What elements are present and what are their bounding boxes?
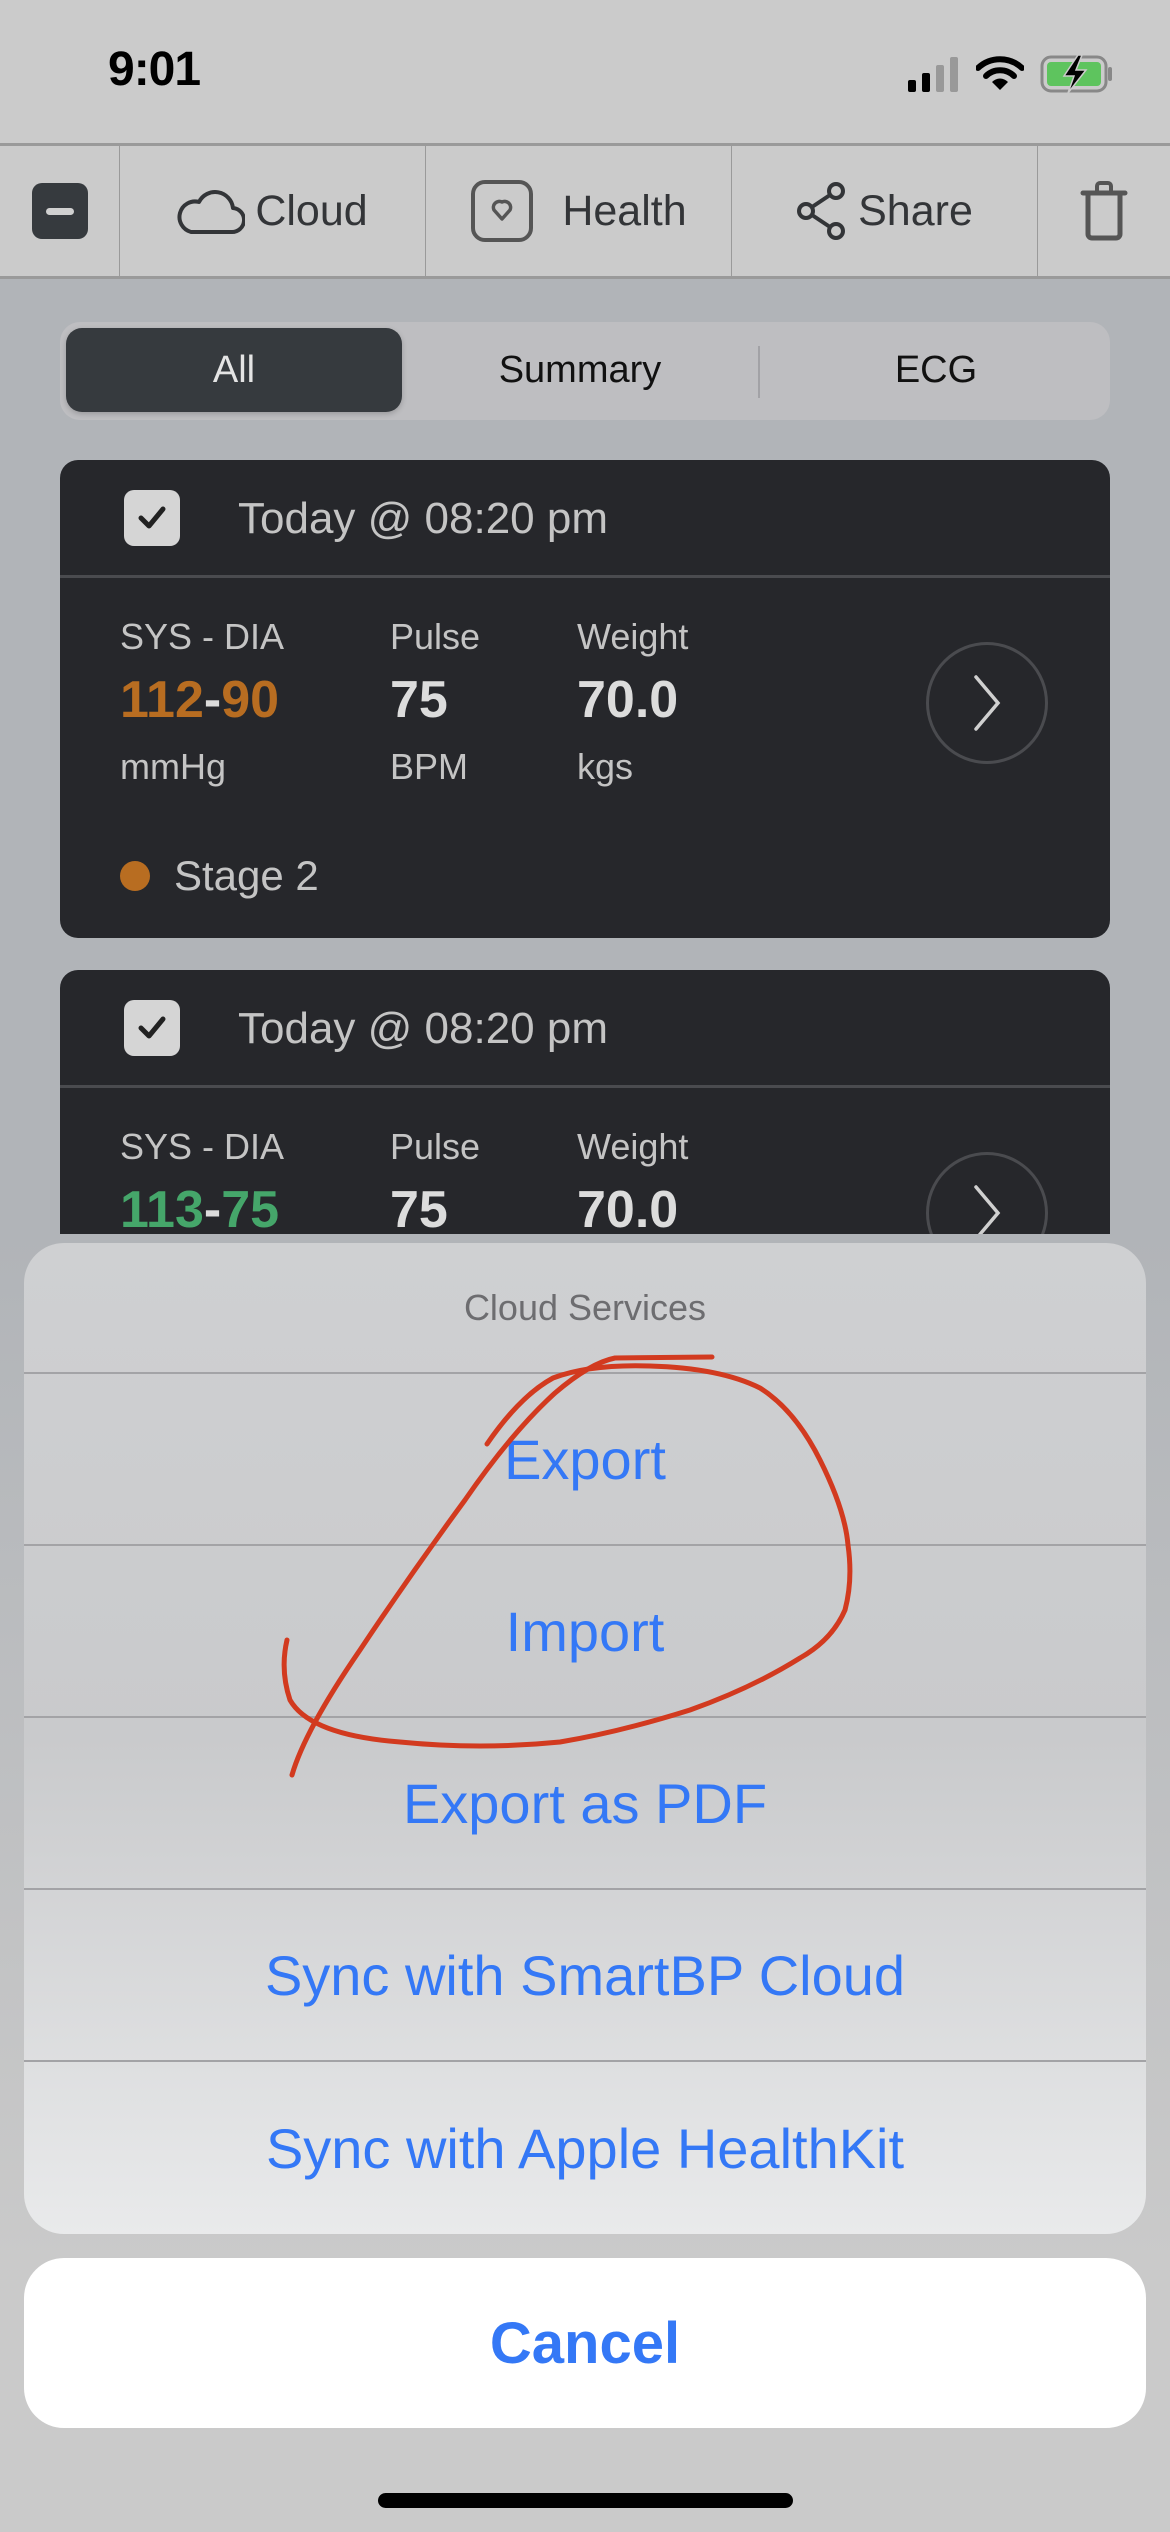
trash-icon [1080,181,1128,241]
sync-smartbp-option[interactable]: Sync with SmartBP Cloud [24,1890,1146,2062]
import-option[interactable]: Import [24,1546,1146,1718]
weight-label: Weight [577,1126,689,1167]
bp-dash: - [203,671,222,729]
dia-value: 90 [221,671,280,729]
cloud-icon [177,190,246,235]
share-button[interactable]: Share [732,146,1038,276]
status-icons [908,55,1116,93]
pulse-unit: BPM [390,746,469,787]
checkmark-icon [138,1016,166,1039]
battery-charging-icon [1040,55,1112,93]
sync-healthkit-option[interactable]: Sync with Apple HealthKit [24,2062,1146,2234]
bp-unit: mmHg [120,746,226,787]
wifi-icon [976,56,1024,90]
stage-label: Stage 2 [174,852,319,899]
cancel-button[interactable]: Cancel [24,2258,1146,2428]
dia-value: 75 [221,1181,280,1239]
select-checkbox[interactable] [124,490,180,546]
pulse-metric: Pulse 75 BPM [390,616,480,788]
minus-square-icon [31,183,88,239]
weight-label: Weight [577,616,689,657]
pulse-value: 75 [390,1181,448,1239]
weight-unit: kgs [577,746,634,787]
chevron-right-icon [974,1185,1001,1241]
bp-dash: - [203,1181,222,1239]
bp-label: SYS - DIA [120,616,285,657]
reading-date: Today @ 08:20 pm [238,1004,608,1053]
home-indicator[interactable] [378,2493,793,2508]
deselect-button[interactable] [0,146,120,276]
segment-divider [758,346,760,398]
tab-ecg[interactable]: ECG [766,328,1106,412]
toolbar: Cloud Health Share [0,143,1170,279]
reading-card[interactable]: Today @ 08:20 pm SYS - DIA 112-90 mmHg P… [60,460,1110,938]
select-checkbox[interactable] [124,1000,180,1056]
pulse-label: Pulse [390,1126,481,1167]
share-label: Share [858,186,973,235]
weight-value: 70.0 [577,671,679,729]
stage-indicator: Stage 2 [120,852,319,900]
pulse-metric: Pulse 75 [390,1126,480,1240]
export-pdf-option[interactable]: Export as PDF [24,1718,1146,1890]
pulse-label: Pulse [390,616,481,657]
chevron-right-icon [974,675,1001,731]
cloud-label: Cloud [255,186,368,235]
share-icon [797,182,846,240]
bp-value: 112-90 [120,670,284,730]
delete-button[interactable] [1038,146,1170,276]
stage-dot-icon [120,861,150,891]
health-heart-icon [471,180,534,242]
card-header: Today @ 08:20 pm [60,460,1110,578]
bp-label: SYS - DIA [120,1126,285,1167]
card-header: Today @ 08:20 pm [60,970,1110,1088]
status-bar: 9:01 [0,0,1170,144]
bp-metric: SYS - DIA 112-90 mmHg [120,616,284,788]
action-sheet-title: Cloud Services [24,1243,1146,1374]
pulse-value: 75 [390,671,448,729]
sys-value: 113 [120,1181,204,1239]
cloud-button[interactable]: Cloud [120,146,426,276]
weight-value: 70.0 [577,1181,679,1239]
cellular-signal-icon [908,57,958,92]
detail-button[interactable] [926,642,1048,764]
checkmark-icon [138,506,166,529]
bp-metric: SYS - DIA 113-75 [120,1126,284,1240]
health-label: Health [562,186,687,235]
weight-metric: Weight 70.0 kgs [577,616,688,788]
weight-metric: Weight 70.0 [577,1126,688,1240]
sys-value: 112 [120,671,204,729]
export-option[interactable]: Export [24,1374,1146,1546]
tab-summary[interactable]: Summary [410,328,750,412]
status-time: 9:01 [108,43,201,96]
action-sheet: Cloud Services Export Import Export as P… [24,1243,1146,2234]
reading-date: Today @ 08:20 pm [238,494,608,543]
segmented-control: All Summary ECG [60,322,1110,420]
tab-all[interactable]: All [66,328,402,412]
bp-value: 113-75 [120,1180,284,1240]
health-button[interactable]: Health [426,146,732,276]
